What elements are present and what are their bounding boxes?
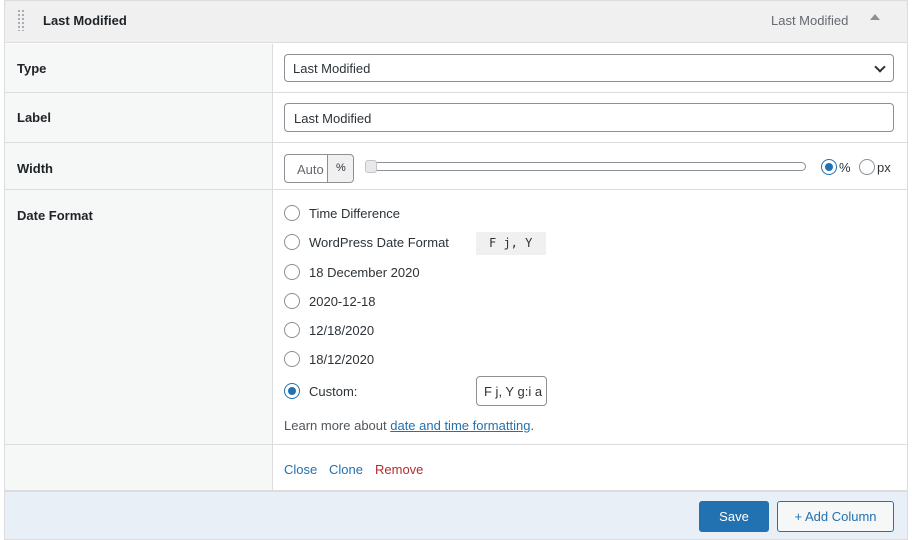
date-format-option-radio[interactable] [284,205,300,221]
date-format-option-label: WordPress Date Format [309,235,449,250]
date-format-custom-label: Custom: [309,384,358,399]
width-label: Width [17,161,53,176]
drag-handle-icon[interactable] [17,9,25,31]
width-input-placeholder: Auto [297,162,324,177]
wp-format-code: F j, Y [476,232,546,255]
width-slider-thumb[interactable] [365,160,377,173]
add-column-button[interactable]: + Add Column [777,501,894,532]
save-button[interactable]: Save [699,501,769,532]
label-input[interactable]: Last Modified [284,103,894,132]
type-label: Type [17,61,47,76]
clone-link[interactable]: Clone [329,462,363,477]
type-select[interactable]: Last Modified [284,54,894,82]
type-row: Type Last Modified [5,44,907,93]
date-time-formatting-link[interactable]: date and time formatting [390,418,530,433]
close-link[interactable]: Close [284,462,317,477]
date-format-custom-radio[interactable] [284,383,300,399]
column-header[interactable]: Last Modified Last Modified [5,1,907,43]
custom-format-value: F j, Y g:i a [484,384,543,399]
type-select-value: Last Modified [293,61,371,76]
date-format-row: Date Format Time Difference WordPress Da… [5,190,907,445]
width-unit-indicator: % [328,154,354,183]
column-type-label: Last Modified [771,13,849,28]
unit-percent-radio[interactable] [821,159,837,175]
unit-px-radio[interactable] [859,159,875,175]
date-format-option-radio[interactable] [284,264,300,280]
column-settings-panel: Last Modified Last Modified Type Last Mo… [4,0,908,540]
remove-link[interactable]: Remove [375,462,423,477]
width-slider[interactable] [366,162,806,171]
chevron-down-icon [875,63,885,73]
unit-percent-label: % [839,160,851,175]
footer-bar: Save + Add Column [5,491,907,539]
width-input[interactable]: Auto [284,154,328,183]
triangle-up-icon[interactable] [869,12,881,24]
actions-row: Close Clone Remove [5,445,907,491]
date-format-label: Date Format [17,208,93,223]
date-format-option-radio[interactable] [284,322,300,338]
width-row: Width Auto % % px [5,143,907,190]
date-format-option-label: 12/18/2020 [309,323,375,338]
column-title: Last Modified [43,13,127,28]
date-format-option-radio[interactable] [284,351,300,367]
date-format-option-label: 2020-12-18 [309,294,376,309]
custom-format-input[interactable]: F j, Y g:i a [476,376,547,406]
date-format-option-radio[interactable] [284,293,300,309]
date-format-option-label: 18 December 2020 [309,265,420,280]
date-format-option-label: 18/12/2020 [309,352,375,367]
label-label: Label [17,110,51,125]
date-format-help: Learn more about date and time formattin… [284,418,535,433]
label-row: Label Last Modified [5,93,907,143]
label-input-value: Last Modified [294,111,372,126]
date-format-option-label: Time Difference [309,206,401,221]
unit-px-label: px [877,160,891,175]
date-format-option-radio[interactable] [284,234,300,250]
